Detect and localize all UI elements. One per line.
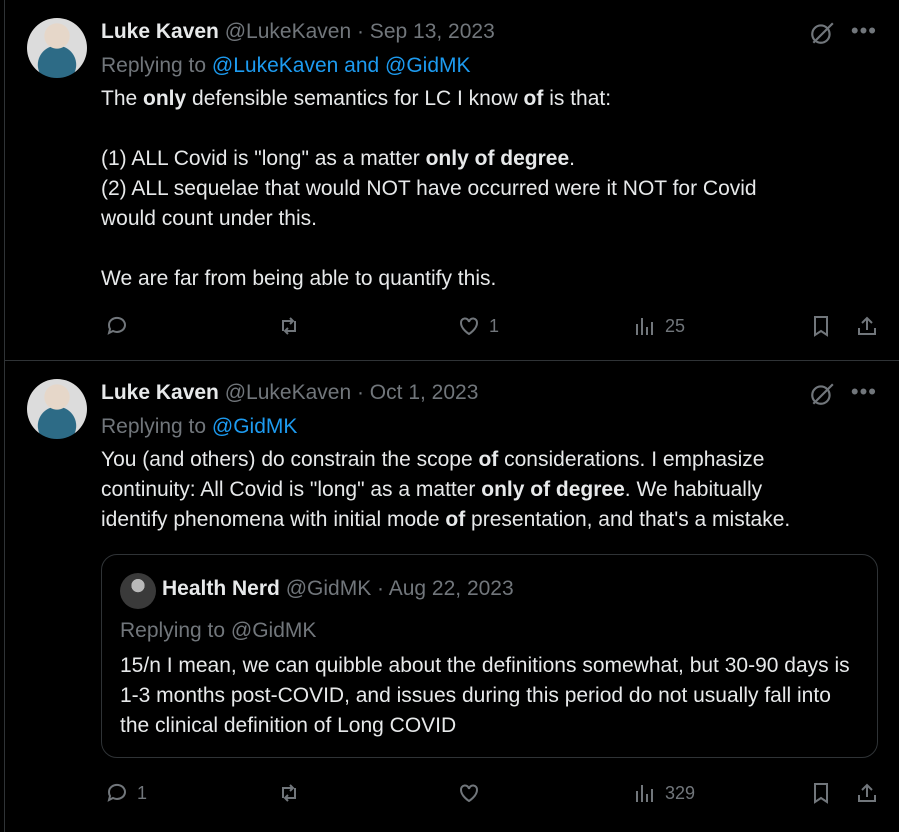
quoted-replying: Replying to @GidMK bbox=[120, 619, 317, 642]
views-count: 329 bbox=[665, 782, 696, 803]
reply-button[interactable] bbox=[105, 314, 137, 338]
reply-icon bbox=[107, 783, 126, 802]
avatar[interactable] bbox=[27, 379, 87, 439]
author-handle[interactable]: @LukeKaven bbox=[225, 381, 351, 404]
replying-to: Replying to @LukeKaven and @GidMK bbox=[101, 54, 471, 78]
reply-button[interactable]: 1 bbox=[105, 781, 147, 805]
views-icon bbox=[636, 318, 653, 335]
views-button[interactable]: 25 bbox=[633, 314, 685, 338]
repost-icon bbox=[282, 784, 296, 802]
quoted-header: Health Nerd @GidMK · Aug 22, 2023 bbox=[162, 577, 514, 601]
like-button[interactable] bbox=[457, 781, 489, 805]
replying-link[interactable]: @GidMK bbox=[212, 415, 298, 438]
bookmark-icon bbox=[814, 783, 828, 804]
repost-icon bbox=[282, 317, 296, 335]
quoted-author-name: Health Nerd bbox=[162, 577, 280, 600]
reply-count: 1 bbox=[137, 782, 148, 803]
quoted-author-handle: @GidMK bbox=[285, 577, 372, 600]
action-bar: 1 329 bbox=[101, 781, 877, 807]
tweet-date[interactable]: · Oct 1, 2023 bbox=[357, 381, 478, 404]
like-button[interactable]: 1 bbox=[457, 314, 499, 338]
grok-icon[interactable] bbox=[809, 20, 835, 46]
grok-icon[interactable] bbox=[809, 381, 835, 407]
bookmark-button[interactable] bbox=[809, 314, 833, 338]
tweet-header: Luke Kaven @LukeKaven · Oct 1, 2023 bbox=[101, 381, 478, 407]
author-name[interactable]: Luke Kaven bbox=[101, 381, 219, 404]
reply-icon bbox=[107, 316, 126, 335]
tweet[interactable]: Luke Kaven @LukeKaven · Oct 1, 2023 ••• … bbox=[4, 361, 899, 832]
repost-button[interactable] bbox=[277, 781, 309, 805]
more-icon[interactable]: ••• bbox=[851, 18, 877, 44]
replying-link[interactable]: @LukeKaven and @GidMK bbox=[212, 54, 471, 77]
quoted-date: · Aug 22, 2023 bbox=[377, 577, 514, 600]
bookmark-icon bbox=[814, 316, 828, 337]
more-icon[interactable]: ••• bbox=[851, 379, 877, 405]
quoted-body: 15/n I mean, we can quibble about the de… bbox=[120, 654, 850, 737]
tweet-header: Luke Kaven @LukeKaven · Sep 13, 2023 bbox=[101, 20, 495, 46]
quoted-tweet[interactable]: Health Nerd @GidMK · Aug 22, 2023 Replyi… bbox=[101, 554, 878, 758]
views-count: 25 bbox=[665, 315, 686, 336]
avatar[interactable] bbox=[27, 18, 87, 78]
like-count: 1 bbox=[489, 315, 500, 336]
share-button[interactable] bbox=[855, 314, 879, 338]
tweet-body: You (and others) do constrain the scope … bbox=[101, 448, 791, 531]
action-bar: 1 25 bbox=[101, 314, 877, 340]
author-name[interactable]: Luke Kaven bbox=[101, 20, 219, 43]
replying-prefix: Replying to bbox=[101, 415, 207, 438]
share-icon bbox=[858, 783, 876, 802]
share-icon bbox=[858, 316, 876, 335]
heart-icon bbox=[460, 317, 478, 336]
tweet[interactable]: Luke Kaven @LukeKaven · Sep 13, 2023 •••… bbox=[4, 0, 899, 361]
quoted-avatar bbox=[120, 573, 156, 609]
tweet-body: The only defensible semantics for LC I k… bbox=[101, 87, 757, 290]
views-button[interactable]: 329 bbox=[633, 781, 695, 805]
replying-to: Replying to @GidMK bbox=[101, 415, 297, 439]
heart-icon bbox=[460, 784, 478, 803]
share-button[interactable] bbox=[855, 781, 879, 805]
replying-prefix: Replying to bbox=[101, 54, 207, 77]
views-icon bbox=[636, 785, 653, 802]
author-handle[interactable]: @LukeKaven bbox=[225, 20, 351, 43]
bookmark-button[interactable] bbox=[809, 781, 833, 805]
repost-button[interactable] bbox=[277, 314, 309, 338]
tweet-date[interactable]: · Sep 13, 2023 bbox=[357, 20, 495, 43]
